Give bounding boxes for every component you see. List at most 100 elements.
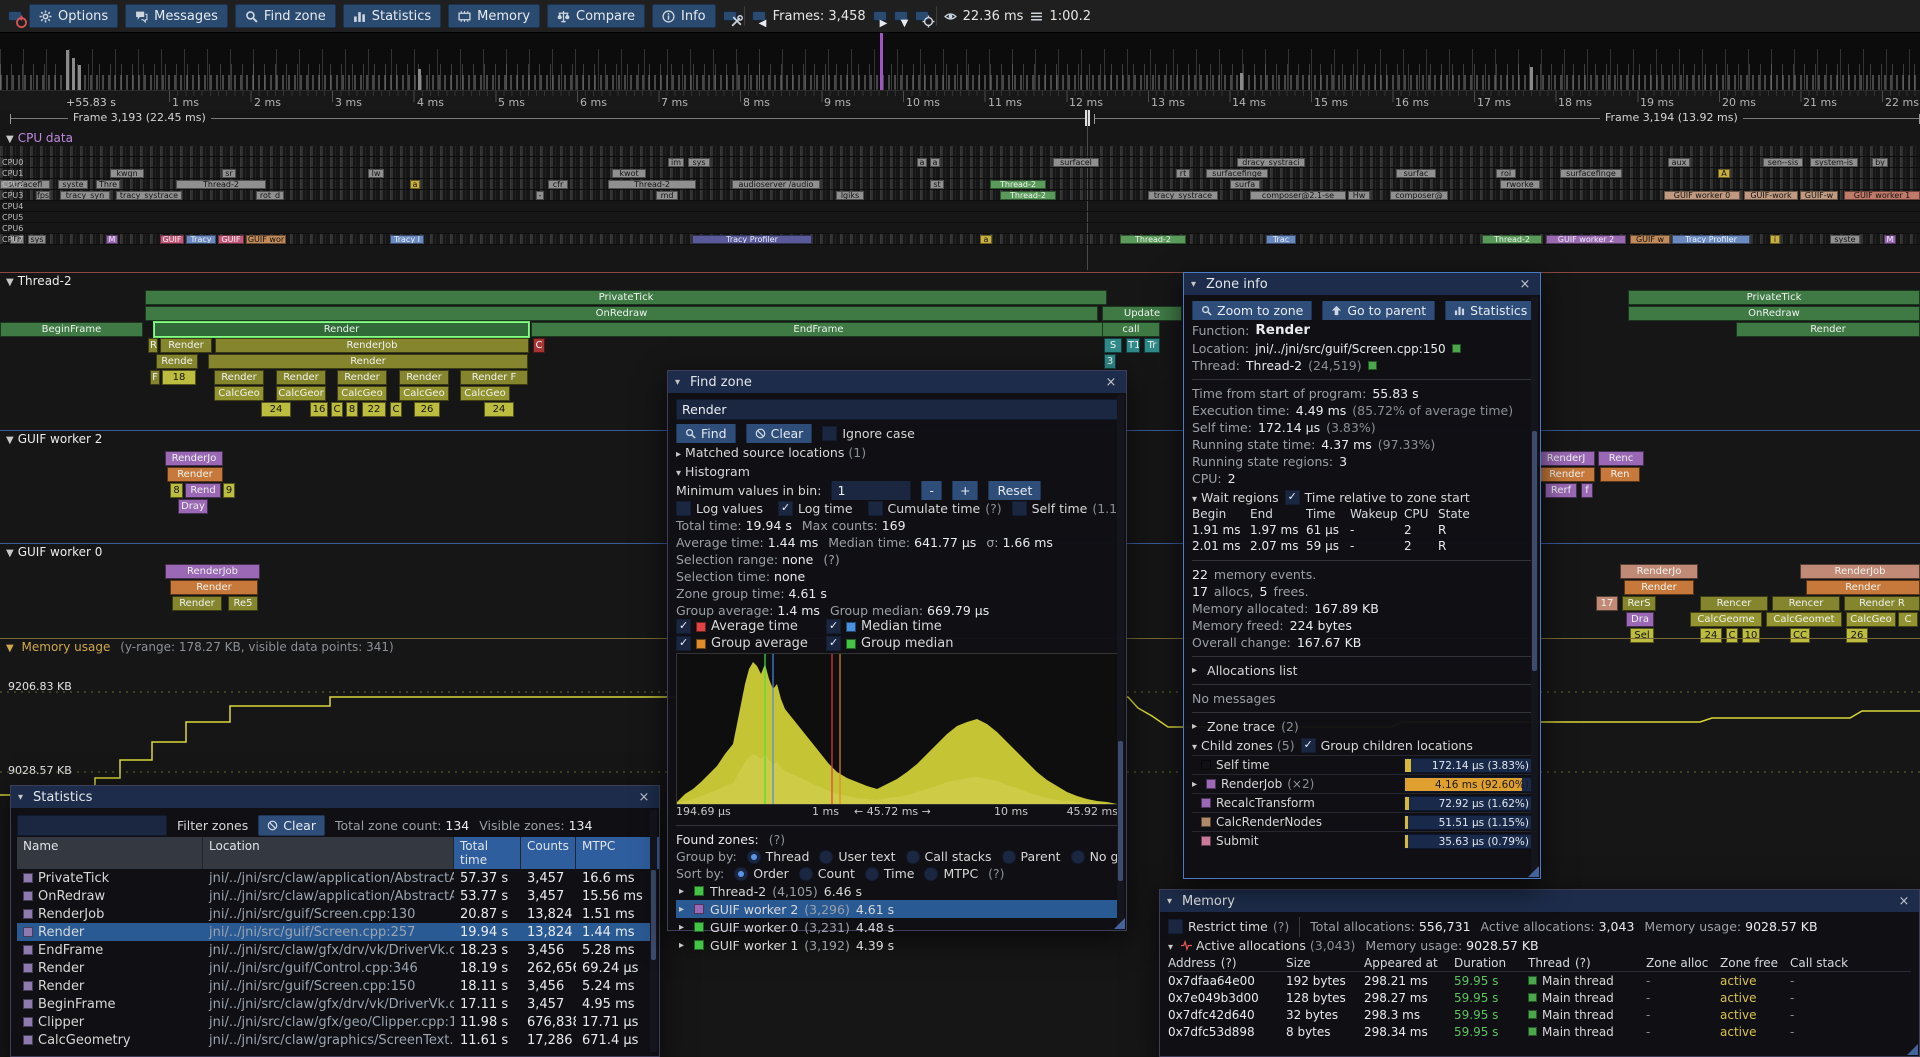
- cpu-zone[interactable]: i: [1770, 235, 1780, 244]
- zone[interactable]: Render: [1806, 580, 1920, 595]
- zone[interactable]: CalcGeo: [399, 386, 449, 401]
- zone[interactable]: F: [150, 370, 160, 385]
- cpu-zone[interactable]: GUIF worker 2: [1546, 235, 1626, 244]
- memory-button[interactable]: Memory: [448, 4, 540, 28]
- cpu-data-header[interactable]: ▼CPU data: [0, 130, 1920, 146]
- zone[interactable]: 8: [346, 402, 358, 417]
- zone[interactable]: Re5: [228, 596, 258, 611]
- cpu-zone[interactable]: syste: [1830, 235, 1860, 244]
- zone[interactable]: RenderJo: [1620, 564, 1698, 579]
- close-icon[interactable]: ×: [1517, 277, 1533, 292]
- zone[interactable]: Render: [1736, 322, 1920, 337]
- zone[interactable]: 17: [1596, 596, 1618, 611]
- scrollbar[interactable]: [1531, 297, 1538, 874]
- statistics-titlebar[interactable]: ▾ Statistics ×: [11, 786, 659, 808]
- cpu-zone[interactable]: composer@: [1390, 191, 1448, 200]
- zone[interactable]: Render: [170, 580, 258, 595]
- allocation-address[interactable]: 0x7dfaa64e00: [1168, 972, 1286, 989]
- group-by-radio[interactable]: Parent: [1002, 849, 1061, 864]
- cpu-zone[interactable]: a: [930, 158, 940, 167]
- thread-header[interactable]: ▼Thread-2: [0, 272, 1920, 290]
- zone[interactable]: T1: [1126, 338, 1140, 353]
- zone[interactable]: CalcGeo: [1846, 612, 1896, 627]
- zone[interactable]: Render: [276, 370, 326, 385]
- statistics-button[interactable]: Statistics: [343, 4, 441, 28]
- child-zone-row[interactable]: ▸ RenderJob (×2) 4.16 ms (92.60%): [1192, 774, 1532, 793]
- zone[interactable]: PrivateTick: [1628, 290, 1920, 305]
- cpu-zone[interactable]: audioserver /audio: [732, 180, 820, 189]
- sort-by-radio[interactable]: Time: [865, 866, 915, 881]
- cpu-zone[interactable]: tracy_systrace: [116, 191, 182, 200]
- cpu-zone[interactable]: GUIF worker 0: [1664, 191, 1740, 200]
- cpu-zone[interactable]: a: [980, 235, 992, 244]
- zone[interactable]: S: [1104, 338, 1122, 353]
- cpu-zone[interactable]: Thread-2: [1120, 235, 1186, 244]
- allocation-row[interactable]: 0x7dfc42d640 32 bytes 298.3 ms 59.95 s M…: [1168, 1006, 1911, 1023]
- zone[interactable]: Dra: [1626, 612, 1654, 627]
- statistics-row[interactable]: Render jni/../jni/src/guif/Screen.cpp:15…: [17, 977, 653, 995]
- cpu-zone[interactable]: Trac: [1266, 235, 1296, 244]
- filter-zones-input[interactable]: [17, 815, 167, 836]
- legend-checkbox[interactable]: Average time: [676, 619, 826, 634]
- group-by-radio[interactable]: Thread: [747, 849, 810, 864]
- zone[interactable]: Render: [154, 322, 529, 337]
- zone[interactable]: RenderJob: [215, 338, 529, 353]
- zone[interactable]: 26: [414, 402, 440, 417]
- group-children-checkbox[interactable]: Group children locations: [1301, 738, 1473, 753]
- cpu-zone[interactable]: tracy_syn: [60, 191, 110, 200]
- sort-by-radio[interactable]: Order: [734, 866, 789, 881]
- cpu-zone[interactable]: GUIF-w: [1800, 191, 1838, 200]
- column-header[interactable]: Call stack: [1790, 954, 1911, 971]
- statistics-row[interactable]: Render jni/../jni/src/guif/Control.cpp:3…: [17, 959, 653, 977]
- column-header[interactable]: Counts: [521, 837, 576, 869]
- frame-span[interactable]: [1094, 114, 1920, 124]
- zone[interactable]: 3: [1104, 354, 1116, 369]
- child-zone-row[interactable]: CalcRenderNodes 51.51 μs (1.15%): [1192, 812, 1532, 831]
- find-zone-histogram[interactable]: [676, 653, 1118, 805]
- min-bin-input[interactable]: [831, 481, 911, 500]
- zone[interactable]: PrivateTick: [145, 290, 1107, 305]
- cpu-zone[interactable]: im: [668, 158, 684, 167]
- cpu-zone[interactable]: a: [410, 180, 420, 189]
- cpu-row[interactable]: CPU5: [0, 212, 1920, 223]
- cpu-zone[interactable]: Hw: [1348, 191, 1370, 200]
- zone[interactable]: BeginFrame: [0, 322, 143, 337]
- child-zone-row[interactable]: Self time 172.14 μs (3.83%): [1192, 755, 1532, 774]
- statistics-row[interactable]: OnRedraw jni/../jni/src/claw/application…: [17, 887, 653, 905]
- cpu-zone[interactable]: surfacel: [1053, 158, 1099, 167]
- histogram-option-checkbox[interactable]: Self time(1.16%): [1012, 501, 1118, 516]
- zone[interactable]: CalcGeor: [276, 386, 326, 401]
- messages-button[interactable]: Messages: [125, 4, 228, 28]
- sort-by-radio[interactable]: MTPC: [924, 866, 978, 881]
- find-button[interactable]: Find: [676, 424, 736, 443]
- cpu-zone[interactable]: tracy_systrace: [1148, 191, 1218, 200]
- tools-button[interactable]: [723, 11, 737, 21]
- resize-grip[interactable]: [1907, 1044, 1918, 1055]
- zone[interactable]: Render R: [1844, 596, 1920, 611]
- cpu-zone[interactable]: dracy_systraci: [1237, 158, 1305, 167]
- child-zone-row[interactable]: Submit 35.63 μs (0.79%): [1192, 831, 1532, 850]
- options-button[interactable]: Options: [29, 4, 118, 28]
- zone[interactable]: RenderJob: [165, 564, 260, 579]
- column-header[interactable]: Thread(?): [1528, 954, 1646, 971]
- find-zone-titlebar[interactable]: ▾ Find zone ×: [668, 371, 1126, 393]
- cpu-zone[interactable]: system-is: [1810, 158, 1858, 167]
- cpu-zone[interactable]: sr: [222, 169, 236, 178]
- cpu-zone[interactable]: GUIF worker 1: [1844, 191, 1920, 200]
- cpu-zone[interactable]: A: [1718, 169, 1730, 178]
- zone[interactable]: RerS: [1622, 596, 1656, 611]
- zone[interactable]: 24: [261, 402, 291, 417]
- zone[interactable]: 9: [223, 483, 235, 498]
- column-header[interactable]: Name: [17, 837, 203, 869]
- group-by-radio[interactable]: User text: [819, 849, 895, 864]
- sort-by-radio[interactable]: Count: [799, 866, 855, 881]
- cpu-zone[interactable]: by: [1872, 158, 1888, 167]
- cpu-zone[interactable]: Tracy Profiler: [692, 235, 812, 244]
- zone[interactable]: 16: [310, 402, 328, 417]
- info-button[interactable]: Info: [652, 4, 716, 28]
- zone[interactable]: Dray: [178, 499, 208, 514]
- zone-statistics-button[interactable]: Statistics: [1445, 301, 1532, 320]
- column-header[interactable]: Address(?): [1168, 954, 1286, 971]
- column-header[interactable]: MTPC: [576, 837, 659, 869]
- cpu-zone[interactable]: Thread-2: [1000, 191, 1056, 200]
